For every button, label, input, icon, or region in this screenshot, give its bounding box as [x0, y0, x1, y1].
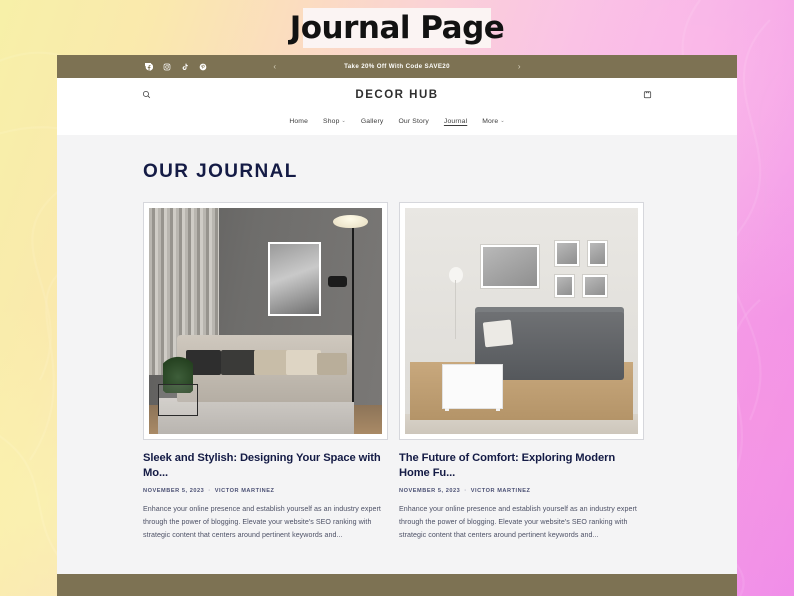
article-date: NOVEMBER 5, 2023 [143, 487, 205, 494]
article-thumbnail-frame[interactable] [399, 202, 644, 440]
article-title[interactable]: Sleek and Stylish: Designing Your Space … [143, 451, 388, 481]
banner-title: Journal Page [289, 9, 505, 46]
nav-item-gallery[interactable]: Gallery [361, 118, 384, 125]
website-preview: ‹ Take 20% Off With Code SAVE20 › DECOR … [57, 55, 737, 596]
nav-label: Home [289, 117, 309, 125]
nav-label: Journal [443, 117, 468, 125]
journal-page-content: OUR JOURNAL Sleek and Stylish: Designing… [57, 135, 737, 574]
page-banner: Journal Page [290, 8, 505, 48]
site-logo[interactable]: DECOR HUB [57, 89, 737, 101]
article-author: VICTOR MARTINEZ [214, 487, 275, 494]
article-meta: NOVEMBER 5, 2023 · VICTOR MARTINEZ [399, 488, 644, 494]
article-card[interactable]: The Future of Comfort: Exploring Modern … [399, 202, 644, 542]
article-excerpt: Enhance your online presence and establi… [143, 504, 381, 539]
site-footer [57, 574, 737, 596]
article-image [149, 208, 382, 434]
article-date: NOVEMBER 5, 2023 [399, 487, 461, 494]
meta-separator: · [464, 487, 467, 494]
article-thumbnail-frame[interactable] [143, 202, 388, 440]
announcement-next-arrow[interactable]: › [518, 62, 521, 71]
nav-item-home[interactable]: Home [289, 118, 308, 125]
article-author: VICTOR MARTINEZ [470, 487, 531, 494]
nav-item-journal[interactable]: Journal [444, 118, 467, 125]
page-title: OUR JOURNAL [143, 161, 298, 182]
announcement-bar: ‹ Take 20% Off With Code SAVE20 › [57, 55, 737, 78]
nav-label: More [482, 117, 499, 125]
nav-item-more[interactable]: More ⌄ [482, 118, 504, 125]
chevron-down-icon: ⌄ [500, 117, 505, 124]
article-grid: Sleek and Stylish: Designing Your Space … [143, 202, 651, 542]
site-header: DECOR HUB Home Shop ⌄ Gallery Our Story … [57, 78, 737, 135]
header-top-row: DECOR HUB [57, 78, 737, 111]
nav-label: Our Story [398, 117, 429, 125]
announcement-prev-arrow[interactable]: ‹ [273, 62, 276, 71]
article-title[interactable]: The Future of Comfort: Exploring Modern … [399, 451, 644, 481]
chevron-down-icon: ⌄ [341, 117, 346, 124]
article-image [405, 208, 638, 434]
nav-label: Gallery [360, 117, 384, 125]
nav-label: Shop [323, 117, 340, 125]
nav-item-shop[interactable]: Shop ⌄ [323, 118, 346, 125]
main-navigation: Home Shop ⌄ Gallery Our Story Journal Mo… [57, 111, 737, 135]
article-card[interactable]: Sleek and Stylish: Designing Your Space … [143, 202, 388, 542]
meta-separator: · [208, 487, 211, 494]
announcement-carousel: ‹ Take 20% Off With Code SAVE20 › [57, 62, 737, 71]
article-meta: NOVEMBER 5, 2023 · VICTOR MARTINEZ [143, 488, 388, 494]
article-excerpt: Enhance your online presence and establi… [399, 504, 637, 539]
nav-item-our-story[interactable]: Our Story [398, 118, 428, 125]
announcement-text: Take 20% Off With Code SAVE20 [344, 63, 450, 70]
